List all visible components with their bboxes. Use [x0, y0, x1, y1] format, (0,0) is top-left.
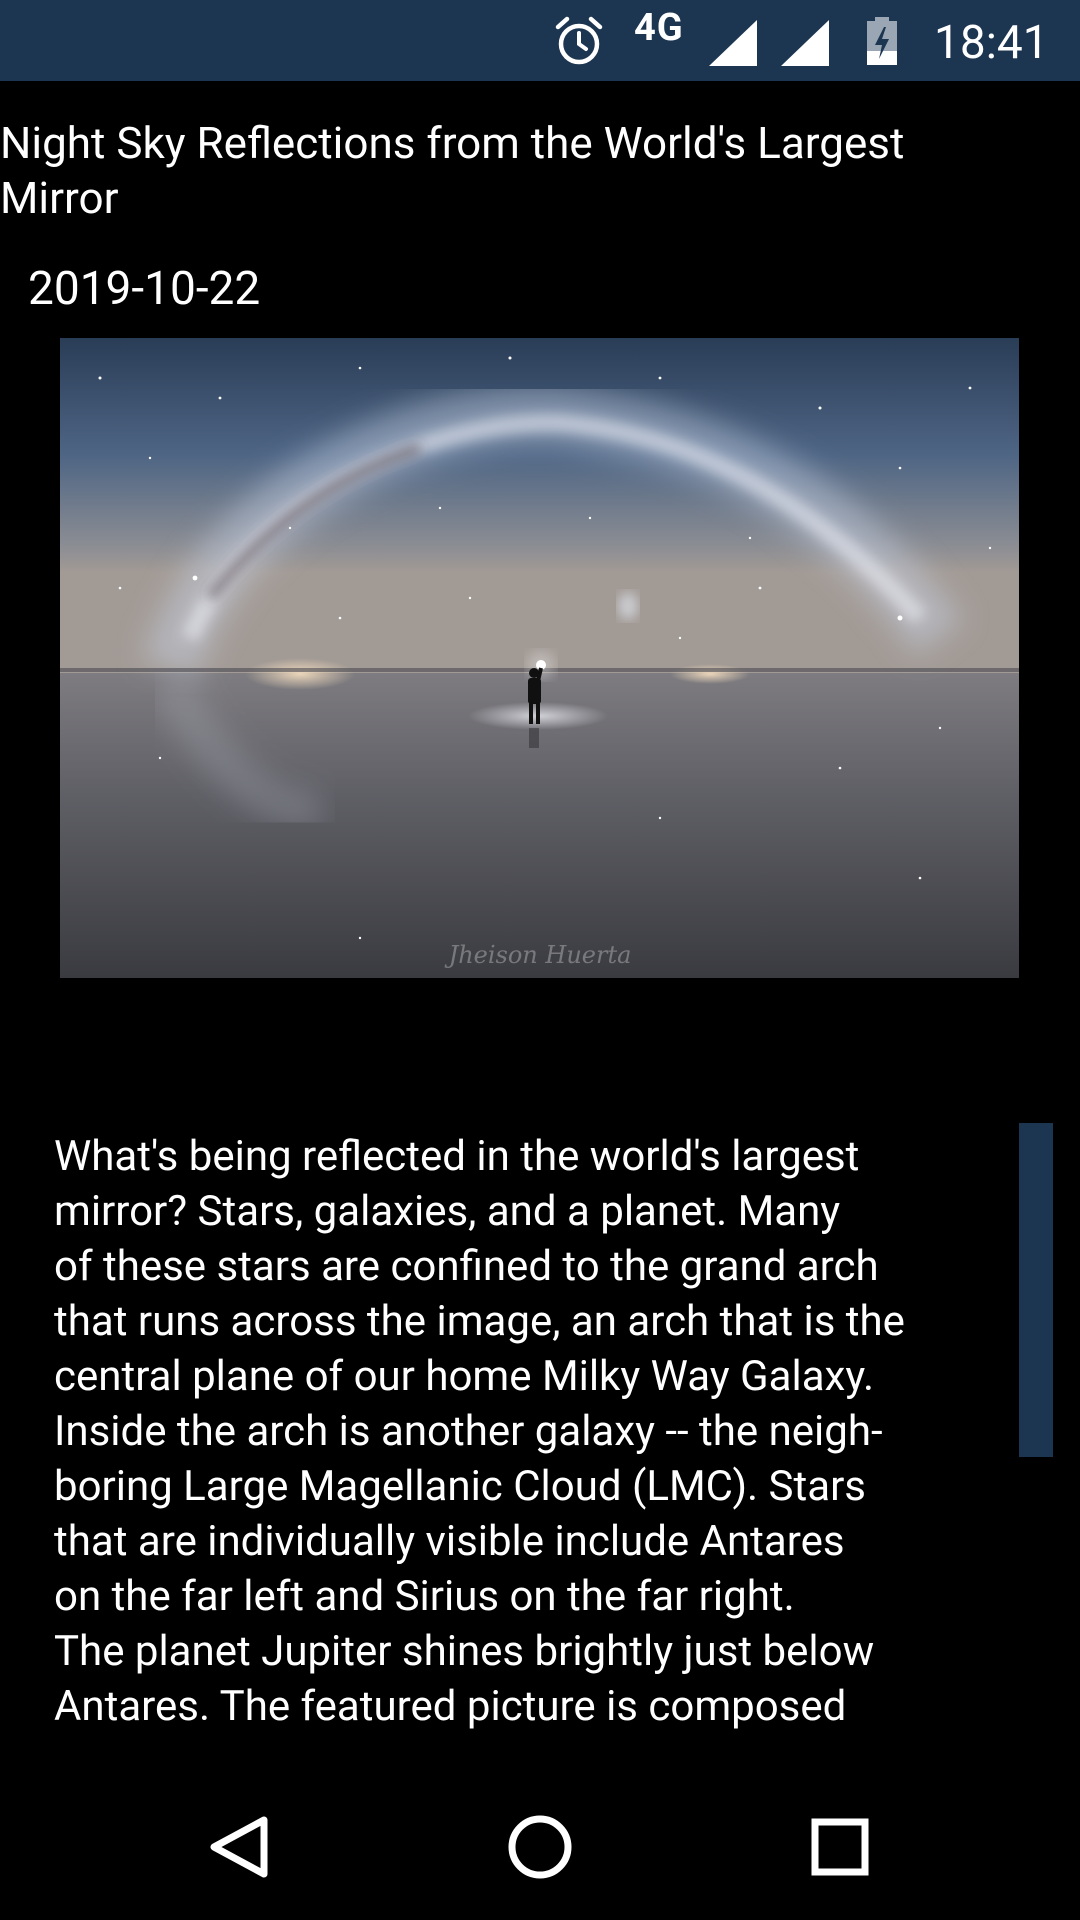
back-button[interactable] [196, 1802, 286, 1892]
scrollbar-thumb[interactable] [1019, 1123, 1053, 1457]
image-signature: Jheison Huerta [444, 941, 632, 969]
signal-icon [709, 20, 757, 66]
app-screen: 4G 18:41 Night Sky Reflections from the … [0, 0, 1080, 1920]
home-icon [508, 1815, 572, 1879]
battery-charging-icon [865, 17, 899, 67]
network-type-label: 4G [634, 6, 684, 50]
recent-apps-icon [811, 1818, 869, 1876]
article-date: 2019-10-22 [28, 262, 261, 316]
featured-image[interactable]: Jheison Huerta [60, 338, 1019, 978]
alarm-icon [553, 15, 605, 67]
recent-apps-button[interactable] [795, 1802, 885, 1892]
back-icon [210, 1816, 268, 1878]
home-button[interactable] [495, 1802, 585, 1892]
signal-icon [781, 20, 829, 66]
navigation-bar [0, 1760, 1080, 1920]
article-body: What's being reflected in the world's la… [54, 1132, 905, 1731]
status-bar: 4G 18:41 [0, 0, 1080, 81]
article-title: Night Sky Reflections from the World's L… [0, 117, 905, 224]
status-clock: 18:41 [934, 16, 1049, 70]
